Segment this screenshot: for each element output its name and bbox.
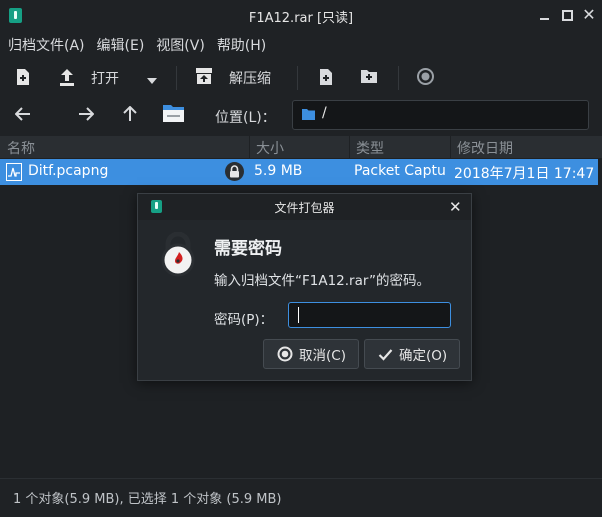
dialog-heading: 需要密码 [214,239,282,259]
extract-label[interactable]: 解压缩 [229,68,271,88]
lock-icon [230,165,239,178]
extract-button[interactable] [195,67,213,89]
dialog-message: 输入归档文件“F1A12.rar”的密码。 [214,273,430,289]
stop-button[interactable] [417,68,434,89]
chevron-down-icon [147,78,157,84]
column-name[interactable]: 名称 [7,138,35,158]
open-label[interactable]: 打开 [91,68,119,88]
dialog-title: 文件打包器 [274,201,335,215]
arrow-up-icon [123,105,137,121]
column-separator [249,136,250,158]
password-label: 密码(P)： [214,312,274,328]
close-window-button[interactable]: ✕ [580,6,598,24]
ok-button[interactable]: 确定(O) [364,339,460,369]
file-list-header: 名称 大小 类型 修改日期 [0,136,602,158]
column-size[interactable]: 大小 [256,138,284,158]
open-upload-icon [60,69,74,86]
cancel-icon [277,346,293,362]
file-size: 5.9 MB [254,163,303,179]
window-title: F1A12.rar [只读] [248,11,354,26]
column-separator [349,136,350,158]
extract-box-icon [196,68,212,84]
password-input[interactable] [288,302,451,328]
menu-help[interactable]: 帮助(H) [209,35,266,55]
minimize-button[interactable] [536,6,554,24]
status-bar: 1 个对象(5.9 MB), 已选择 1 个对象 (5.9 MB) [0,478,602,517]
arrow-left-icon [14,107,30,121]
file-name: Ditf.pcapng [28,163,109,179]
back-button[interactable] [14,107,31,125]
add-files-button[interactable] [318,68,334,90]
encrypted-badge [225,162,244,181]
text-caret [298,307,299,323]
folder-icon [163,105,184,122]
menu-edit[interactable]: 编辑(E) [89,35,145,55]
toolbar: 打开 解压缩 [0,60,602,96]
folder-icon [302,109,315,120]
cancel-label: 取消(C) [299,348,346,364]
waveform-file-icon [6,163,22,181]
new-file-icon [17,69,29,85]
status-text: 1 个对象(5.9 MB), 已选择 1 个对象 (5.9 MB) [13,492,282,507]
forward-button[interactable] [78,107,95,125]
password-dialog: 文件打包器 ✕ 需要密码 输入归档文件“F1A12.rar”的密码。 密码(P)… [137,193,472,381]
maximize-button[interactable] [558,6,576,24]
location-label: 位置(L)： [215,110,276,126]
ok-label: 确定(O) [399,348,448,364]
password-lock-icon [161,232,195,277]
menu-bar: 归档文件(A) 编辑(E) 视图(V) 帮助(H) [0,30,602,60]
new-archive-button[interactable] [15,68,31,90]
home-folder-button[interactable] [162,103,185,127]
location-path: / [322,105,327,121]
menu-view[interactable]: 视图(V) [148,35,205,55]
arrow-right-icon [79,107,95,121]
add-folder-button[interactable] [360,68,378,88]
toolbar-separator [297,66,298,90]
up-button[interactable] [123,105,137,126]
toolbar-separator [176,66,177,90]
location-bar: 位置(L)： / [0,96,602,136]
file-modified: 2018年7月1日 17:47 [454,166,595,182]
cancel-button[interactable]: 取消(C) [263,339,359,369]
file-type: Packet Capture [354,163,446,179]
title-bar: F1A12.rar [只读] ✕ [0,0,602,30]
add-folder-icon [361,70,377,83]
column-modified[interactable]: 修改日期 [457,138,513,158]
open-dropdown-button[interactable] [146,73,158,89]
menu-archive[interactable]: 归档文件(A) [0,35,85,55]
column-separator [450,136,451,158]
add-file-icon [320,69,332,85]
dialog-title-bar: 文件打包器 ✕ [138,194,471,220]
column-type[interactable]: 类型 [356,138,384,158]
location-input[interactable]: / [292,100,589,130]
checkmark-icon [378,348,393,361]
toolbar-separator [398,66,399,90]
dialog-close-button[interactable]: ✕ [449,198,462,216]
stop-icon [417,68,434,85]
open-button[interactable] [58,67,76,91]
table-row[interactable]: Ditf.pcapng 5.9 MB Packet Capture 2018年7… [0,159,598,185]
